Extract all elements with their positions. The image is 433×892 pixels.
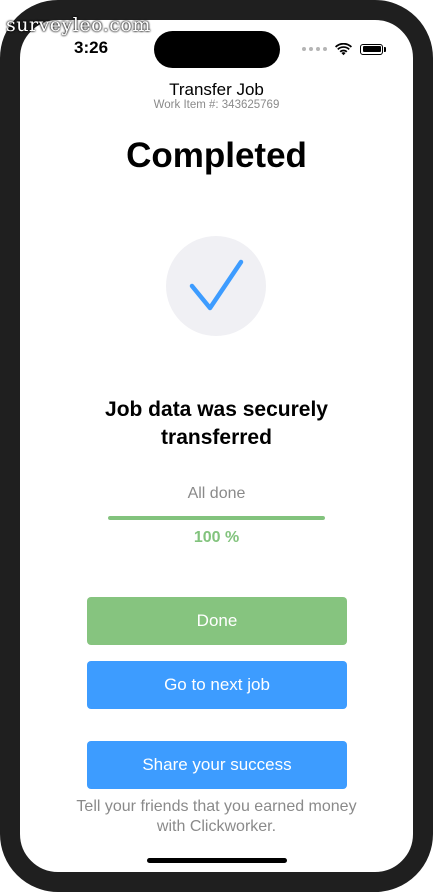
checkmark-icon <box>189 259 244 311</box>
wifi-icon <box>335 42 352 55</box>
progress-percent: 100 % <box>193 529 240 546</box>
home-indicator[interactable] <box>147 858 287 863</box>
success-badge <box>166 236 266 336</box>
battery-cap <box>384 46 386 52</box>
next-job-button[interactable]: Go to next job <box>87 661 347 709</box>
progress-label: All done <box>187 485 246 502</box>
watermark: surveyleo.com <box>6 14 151 36</box>
progress-bar <box>108 516 325 520</box>
status-title: Completed <box>126 136 307 175</box>
result-message: Job data was securely transferred <box>105 398 328 449</box>
status-time: 3:26 <box>74 38 109 57</box>
phone-device: surveyleo.com 3:26 Transfer Job Work Ite… <box>0 0 433 892</box>
dynamic-island <box>154 31 280 68</box>
status-icons <box>302 39 386 59</box>
done-button[interactable]: Done <box>87 597 347 645</box>
share-success-button[interactable]: Share your success <box>87 741 347 789</box>
progress-fill <box>108 516 325 520</box>
battery-icon <box>360 43 383 55</box>
signal-dots-icon <box>302 47 327 51</box>
header-title: Transfer Job <box>169 80 264 99</box>
share-note: Tell your friends that you earned money … <box>76 798 357 835</box>
work-item-number: Work Item #: 343625769 <box>153 99 280 111</box>
